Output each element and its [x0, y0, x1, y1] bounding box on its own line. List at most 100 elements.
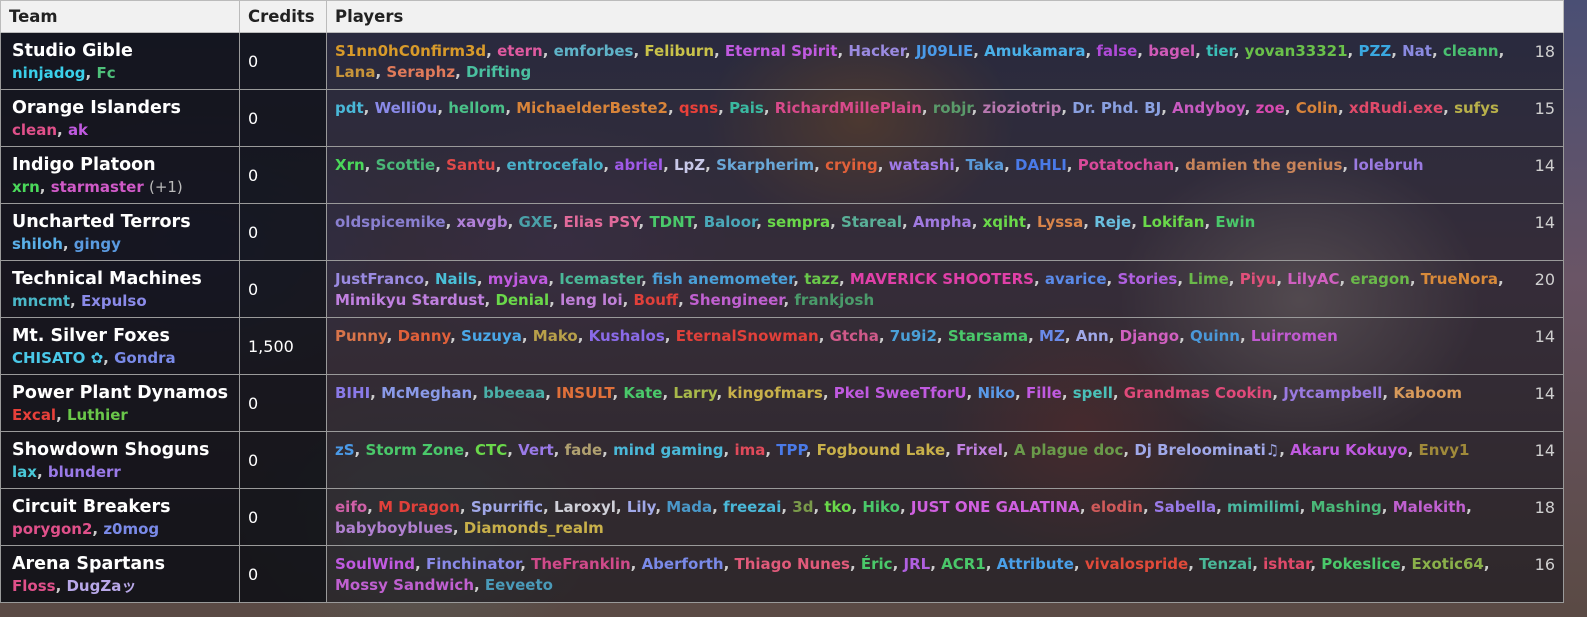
player-name[interactable]: Stareal [841, 213, 902, 231]
header-credits[interactable]: Credits [239, 0, 327, 33]
team-name[interactable]: Orange Islanders [12, 98, 233, 119]
player-name[interactable]: Fogbound Lake [817, 441, 945, 459]
player-name[interactable]: bagel [1148, 42, 1195, 60]
player-name[interactable]: GXE [518, 213, 552, 231]
player-name[interactable]: zS [335, 441, 355, 459]
player-name[interactable]: emforbes [554, 42, 634, 60]
player-name[interactable]: zoe [1256, 99, 1285, 117]
player-name[interactable]: frankjosh [794, 291, 874, 309]
player-name[interactable]: Kushalos [589, 327, 665, 345]
player-name[interactable]: Stories [1117, 270, 1177, 288]
player-name[interactable]: S1nn0hC0nfirm3d [335, 42, 486, 60]
player-name[interactable]: avarice [1045, 270, 1107, 288]
player-name[interactable]: TrueNora [1421, 270, 1498, 288]
player-name[interactable]: JJ09LIE [916, 42, 973, 60]
player-name[interactable]: Hacker [848, 42, 905, 60]
team-name[interactable]: Showdown Shoguns [12, 440, 233, 461]
player-name[interactable]: tazz [804, 270, 839, 288]
captain-name[interactable]: clean [12, 121, 57, 139]
player-name[interactable]: Akaru Kokuyo [1290, 441, 1407, 459]
player-name[interactable]: elodin [1091, 498, 1143, 516]
player-name[interactable]: mind gaming [613, 441, 723, 459]
player-name[interactable]: Feliburn [644, 42, 714, 60]
captain-name[interactable]: porygon2 [12, 520, 92, 538]
player-name[interactable]: Xrn [335, 156, 365, 174]
player-name[interactable]: Gtcha [830, 327, 879, 345]
team-name[interactable]: Uncharted Terrors [12, 212, 233, 233]
player-name[interactable]: EternalSnowman [676, 327, 819, 345]
captain-name[interactable]: CHISATO ✿ [12, 349, 103, 367]
player-name[interactable]: Exotic64 [1412, 555, 1484, 573]
player-name[interactable]: Taka [966, 156, 1005, 174]
player-name[interactable]: Scottie [376, 156, 436, 174]
player-name[interactable]: Ann [1076, 327, 1109, 345]
player-name[interactable]: Larry [673, 384, 716, 402]
player-name[interactable]: Quinn [1190, 327, 1240, 345]
player-name[interactable]: Elias PSY [564, 213, 639, 231]
player-name[interactable]: LilyAC [1287, 270, 1339, 288]
player-name[interactable]: Drifting [466, 63, 531, 81]
player-name[interactable]: JUST ONE GALATINA [911, 498, 1080, 516]
player-name[interactable]: lolebruh [1353, 156, 1423, 174]
player-name[interactable]: Storm Zone [365, 441, 464, 459]
player-name[interactable]: Thiago Nunes [735, 555, 850, 573]
captain-name[interactable]: mncmt [12, 292, 70, 310]
team-name[interactable]: Technical Machines [12, 269, 233, 290]
player-name[interactable]: M Dragon [378, 498, 460, 516]
player-name[interactable]: MZ [1039, 327, 1065, 345]
player-name[interactable]: RichardMillePlain [775, 99, 922, 117]
player-name[interactable]: damien the genius [1185, 156, 1342, 174]
player-name[interactable]: MAVERICK SHOOTERS [850, 270, 1034, 288]
player-name[interactable]: Icemaster [559, 270, 641, 288]
player-name[interactable]: Tenzai [1199, 555, 1252, 573]
player-name[interactable]: JustFranco [335, 270, 424, 288]
player-name[interactable]: xdRudi.exe [1349, 99, 1443, 117]
player-name[interactable]: Nails [435, 270, 477, 288]
player-name[interactable]: Jytcampbell [1283, 384, 1382, 402]
player-name[interactable]: ACR1 [941, 555, 986, 573]
player-name[interactable]: Danny [398, 327, 451, 345]
player-name[interactable]: bbeeaa [483, 384, 545, 402]
player-name[interactable]: Attribute [997, 555, 1074, 573]
player-name[interactable]: Frixel [956, 441, 1003, 459]
player-name[interactable]: 7u9i2 [890, 327, 937, 345]
captain-name[interactable]: Luthier [67, 406, 128, 424]
player-name[interactable]: xavgb [457, 213, 508, 231]
player-name[interactable]: Piyu [1240, 270, 1277, 288]
player-name[interactable]: 3d [792, 498, 813, 516]
player-name[interactable]: Grandmas Cookin [1124, 384, 1273, 402]
player-name[interactable]: vivalospride [1085, 555, 1188, 573]
player-name[interactable]: Amukamara [984, 42, 1085, 60]
player-name[interactable]: Colin [1296, 99, 1338, 117]
player-name[interactable]: Lime [1188, 270, 1229, 288]
captain-name[interactable]: starmaster [51, 178, 144, 196]
player-name[interactable]: TDNT [649, 213, 692, 231]
captain-name[interactable]: Fc [96, 64, 115, 82]
player-name[interactable]: Santu [446, 156, 495, 174]
player-name[interactable]: Dr. Phd. BJ [1072, 99, 1161, 117]
player-name[interactable]: Lily [627, 498, 655, 516]
captain-name[interactable]: Gondra [114, 349, 176, 367]
player-name[interactable]: kingofmars [727, 384, 822, 402]
player-name[interactable]: Pokeslice [1321, 555, 1400, 573]
player-name[interactable]: Punny [335, 327, 387, 345]
player-name[interactable]: Bouff [634, 291, 679, 309]
player-name[interactable]: watashi [889, 156, 955, 174]
player-name[interactable]: abriel [614, 156, 663, 174]
captain-name[interactable]: Excal [12, 406, 56, 424]
player-name[interactable]: Fille [1026, 384, 1062, 402]
player-name[interactable]: INSULT [556, 384, 612, 402]
player-name[interactable]: Django [1120, 327, 1179, 345]
captain-name[interactable]: xrn [12, 178, 40, 196]
player-name[interactable]: Dj Breloominati♫ [1134, 441, 1279, 459]
player-name[interactable]: qsns [679, 99, 718, 117]
player-name[interactable]: TPP [776, 441, 805, 459]
player-name[interactable]: TheFranklin [531, 555, 631, 573]
player-name[interactable]: Mossy Sandwich [335, 576, 474, 594]
player-name[interactable]: leng loi [560, 291, 623, 309]
player-name[interactable]: Potatochan [1078, 156, 1174, 174]
player-name[interactable]: cleann [1443, 42, 1499, 60]
player-name[interactable]: McMeghan [381, 384, 472, 402]
captain-name[interactable]: z0mog [103, 520, 159, 538]
team-name[interactable]: Arena Spartans [12, 554, 233, 575]
